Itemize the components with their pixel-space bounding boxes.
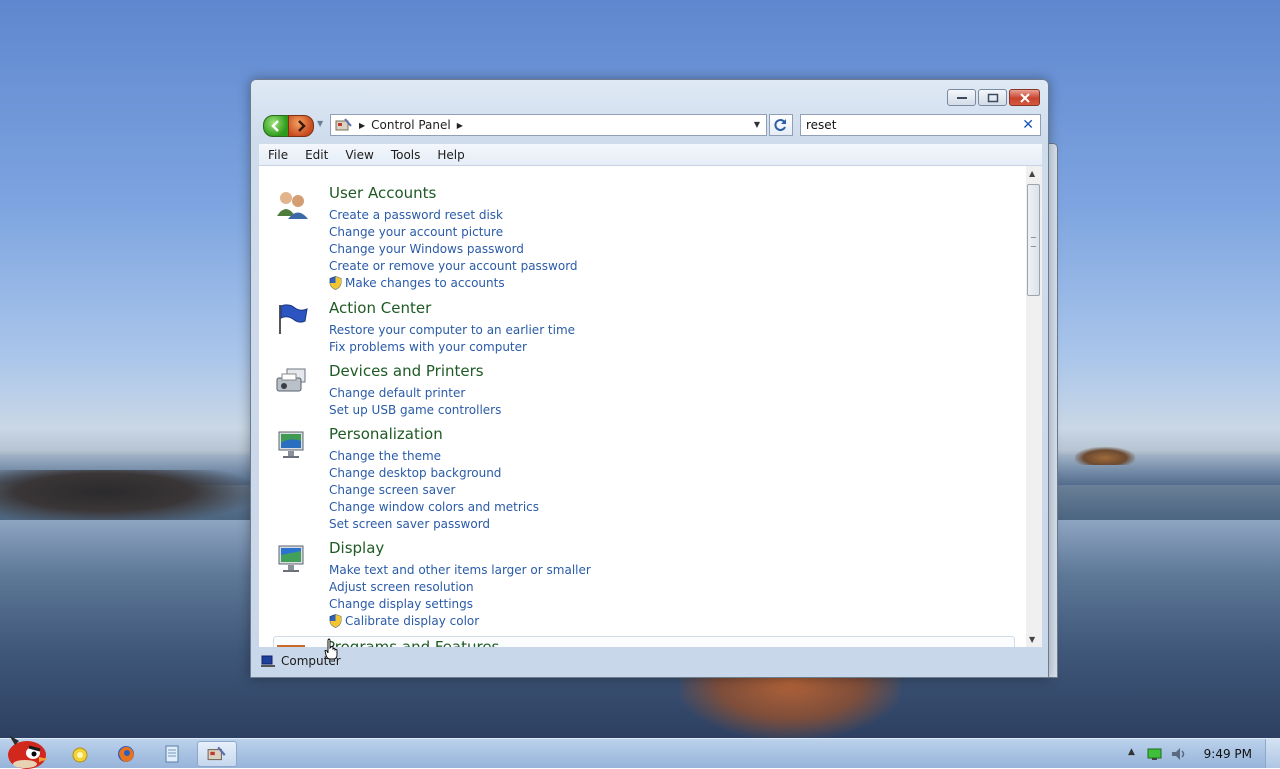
vertical-scrollbar[interactable]: ▲ ▼ [1026, 166, 1042, 647]
link-change-screen-saver[interactable]: Change screen saver [329, 481, 539, 498]
firefox-icon [118, 746, 134, 762]
programs-icon [277, 645, 305, 647]
menu-edit[interactable]: Edit [305, 148, 328, 162]
link-label: Calibrate display color [345, 613, 480, 628]
menu-help[interactable]: Help [437, 148, 464, 162]
scrollbar-thumb[interactable] [1027, 184, 1040, 296]
link-change-account-picture[interactable]: Change your account picture [329, 223, 578, 240]
status-bar: Computer [259, 650, 1042, 672]
link-set-screen-saver-password[interactable]: Set screen saver password [329, 515, 539, 532]
volume-icon[interactable] [1170, 746, 1188, 762]
back-arrow-icon [271, 120, 279, 132]
link-create-remove-account-password[interactable]: Create or remove your account password [329, 257, 578, 274]
link-create-password-reset-disk[interactable]: Create a password reset disk [329, 206, 578, 223]
link-restore-computer[interactable]: Restore your computer to an earlier time [329, 321, 575, 338]
link-make-changes-to-accounts[interactable]: Make changes to accounts [329, 274, 578, 291]
notepad-icon [165, 745, 179, 763]
link-text-size[interactable]: Make text and other items larger or smal… [329, 561, 591, 578]
heading-personalization[interactable]: Personalization [329, 425, 443, 443]
menu-bar: File Edit View Tools Help [259, 144, 1042, 166]
link-calibrate-display-color[interactable]: Calibrate display color [329, 612, 591, 629]
caption-buttons [947, 89, 1040, 106]
taskbar-control-panel[interactable] [197, 741, 237, 767]
link-change-windows-password[interactable]: Change your Windows password [329, 240, 578, 257]
clear-search-icon[interactable]: ✕ [1022, 117, 1034, 133]
back-button[interactable] [263, 115, 289, 137]
link-change-default-printer[interactable]: Change default printer [329, 384, 501, 401]
search-box[interactable]: reset ✕ [800, 114, 1041, 136]
show-desktop-button[interactable] [1265, 739, 1280, 768]
search-input[interactable]: reset [806, 118, 836, 132]
uac-shield-icon [329, 275, 342, 290]
heading-action-center[interactable]: Action Center [329, 299, 431, 317]
show-hidden-icons-icon[interactable]: ▲ [1128, 747, 1135, 757]
menu-file[interactable]: File [268, 148, 288, 162]
link-adjust-resolution[interactable]: Adjust screen resolution [329, 578, 591, 595]
menu-tools[interactable]: Tools [391, 148, 421, 162]
link-fix-problems[interactable]: Fix problems with your computer [329, 338, 575, 355]
address-dropdown-icon[interactable]: ▼ [754, 120, 760, 129]
forward-button[interactable] [288, 115, 314, 137]
clock[interactable]: 9:49 PM [1204, 747, 1252, 761]
breadcrumb-separator-icon[interactable]: ▶ [359, 121, 365, 130]
control-panel-icon [335, 118, 352, 131]
taskbar-notepad[interactable] [152, 741, 192, 767]
heading-user-accounts[interactable]: User Accounts [329, 184, 436, 202]
recent-pages-dropdown[interactable]: ▼ [317, 119, 323, 128]
scroll-up-icon[interactable]: ▲ [1029, 169, 1035, 178]
link-change-window-colors[interactable]: Change window colors and metrics [329, 498, 539, 515]
forward-arrow-icon [298, 120, 306, 132]
result-group-programs-features[interactable]: Programs and Features [273, 636, 1015, 647]
minimize-button[interactable] [947, 89, 976, 106]
search-results-pane: User Accounts Create a password reset di… [259, 166, 1026, 647]
link-usb-game-controllers[interactable]: Set up USB game controllers [329, 401, 501, 418]
menu-view[interactable]: View [345, 148, 373, 162]
taskbar: ▲ 9:49 PM [0, 735, 1280, 769]
maximize-button[interactable] [978, 89, 1007, 106]
uac-shield-icon [329, 613, 342, 628]
link-label: Make changes to accounts [345, 275, 505, 290]
link-change-desktop-background[interactable]: Change desktop background [329, 464, 539, 481]
navigation-bar: ▼ ▶ Control Panel ▶ ▼ reset ✕ [263, 114, 1041, 138]
flag-icon [279, 304, 308, 334]
system-tray: ▲ 9:49 PM [1000, 739, 1280, 768]
refresh-icon [774, 119, 786, 131]
link-change-display-settings[interactable]: Change display settings [329, 595, 591, 612]
heading-devices-printers[interactable]: Devices and Printers [329, 362, 484, 380]
printer-icon [276, 368, 306, 392]
scroll-down-icon[interactable]: ▼ [1029, 635, 1035, 644]
network-icon[interactable] [1147, 747, 1163, 761]
heading-display[interactable]: Display [329, 539, 384, 557]
control-panel-window: ▼ ▶ Control Panel ▶ ▼ reset ✕ File Edit … [250, 79, 1049, 678]
computer-icon [261, 655, 275, 667]
refresh-button[interactable] [769, 114, 793, 136]
heading-programs-features[interactable]: Programs and Features [326, 638, 499, 647]
users-icon [277, 192, 308, 219]
monitor-icon [278, 545, 304, 572]
breadcrumb-control-panel[interactable]: Control Panel [371, 118, 451, 132]
breadcrumb-chevron-icon[interactable]: ▶ [457, 121, 463, 130]
address-bar[interactable]: ▶ Control Panel ▶ ▼ [330, 114, 767, 136]
control-panel-icon [207, 746, 226, 761]
taskbar-firefox[interactable] [106, 741, 146, 767]
close-button[interactable] [1009, 89, 1040, 106]
explorer-icon [72, 747, 88, 763]
start-button-angry-bird-icon[interactable] [3, 731, 49, 769]
taskbar-explorer[interactable] [60, 741, 100, 767]
personalization-icon [278, 431, 304, 458]
hand-cursor-icon [324, 638, 338, 660]
link-change-theme[interactable]: Change the theme [329, 447, 539, 464]
